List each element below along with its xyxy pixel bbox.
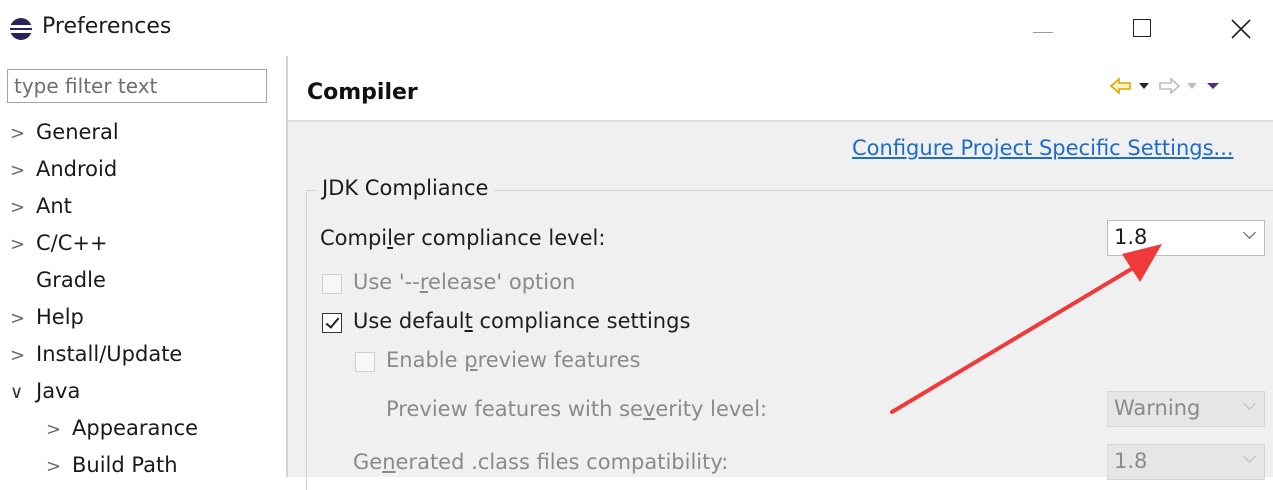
tree-item-java[interactable]: ∨ Java	[10, 374, 80, 408]
back-arrow-icon[interactable]	[1110, 76, 1132, 96]
default-compliance-checkbox[interactable]	[322, 313, 342, 333]
chevron-down-icon	[1243, 450, 1256, 463]
preview-severity-select[interactable]: Warning	[1107, 391, 1265, 427]
chevron-right-icon[interactable]: >	[10, 302, 36, 336]
chevron-right-icon[interactable]: >	[46, 413, 72, 447]
tree-item-ant[interactable]: > Ant	[10, 189, 72, 223]
view-menu-icon[interactable]	[1206, 76, 1220, 96]
back-dropdown-icon[interactable]	[1138, 76, 1150, 96]
tree-item-android[interactable]: > Android	[10, 152, 117, 186]
page-title: Compiler	[307, 80, 418, 105]
title-bar: Preferences	[0, 0, 1273, 56]
forward-dropdown-icon[interactable]	[1186, 76, 1198, 96]
tree-item-install-update[interactable]: > Install/Update	[10, 337, 182, 371]
chevron-right-icon[interactable]: >	[10, 117, 36, 151]
tree-item-gradle[interactable]: Gradle	[10, 263, 106, 297]
chevron-right-icon[interactable]: >	[10, 339, 36, 373]
enable-preview-label: Enable preview features	[386, 348, 641, 372]
chevron-right-icon[interactable]: >	[10, 228, 36, 262]
close-icon[interactable]	[1210, 8, 1270, 48]
page-navigation-toolbar	[1110, 74, 1270, 98]
compliance-level-label: Compiler compliance level:	[320, 226, 606, 250]
default-compliance-label: Use default compliance settings	[353, 309, 691, 333]
preview-severity-label: Preview features with severity level:	[386, 397, 768, 421]
forward-arrow-icon[interactable]	[1158, 76, 1180, 96]
release-option-label: Use '--release' option	[353, 270, 576, 294]
release-option-checkbox[interactable]	[322, 274, 342, 294]
chevron-right-icon[interactable]: >	[10, 154, 36, 188]
compliance-level-select[interactable]: 1.8	[1107, 220, 1265, 256]
jdk-compliance-group-label: JDK Compliance	[316, 176, 495, 200]
window-title: Preferences	[42, 14, 172, 39]
configure-project-settings-link[interactable]: Configure Project Specific Settings...	[852, 136, 1234, 160]
class-compatibility-select[interactable]: 1.8	[1107, 444, 1265, 480]
chevron-down-icon[interactable]: ∨	[10, 376, 36, 410]
tree-item-general[interactable]: > General	[10, 115, 119, 149]
preferences-tree-pane: type filter text > General > Android > Ant …	[0, 56, 286, 477]
chevron-right-icon[interactable]: >	[46, 450, 72, 484]
chevron-down-icon	[1243, 397, 1256, 410]
chevron-right-icon[interactable]: >	[10, 191, 36, 225]
maximize-icon[interactable]	[1111, 8, 1171, 48]
enable-preview-checkbox[interactable]	[355, 352, 375, 372]
chevron-down-icon	[1243, 226, 1256, 239]
filter-input[interactable]: type filter text	[7, 69, 267, 103]
minimize-icon[interactable]	[1013, 8, 1073, 48]
eclipse-icon	[10, 18, 32, 40]
tree-item-help[interactable]: > Help	[10, 300, 84, 334]
tree-item-c-cpp[interactable]: > C/C++	[10, 226, 108, 260]
tree-item-appearance[interactable]: > Appearance	[46, 411, 198, 445]
class-compatibility-label: Generated .class files compatibility:	[353, 450, 729, 474]
